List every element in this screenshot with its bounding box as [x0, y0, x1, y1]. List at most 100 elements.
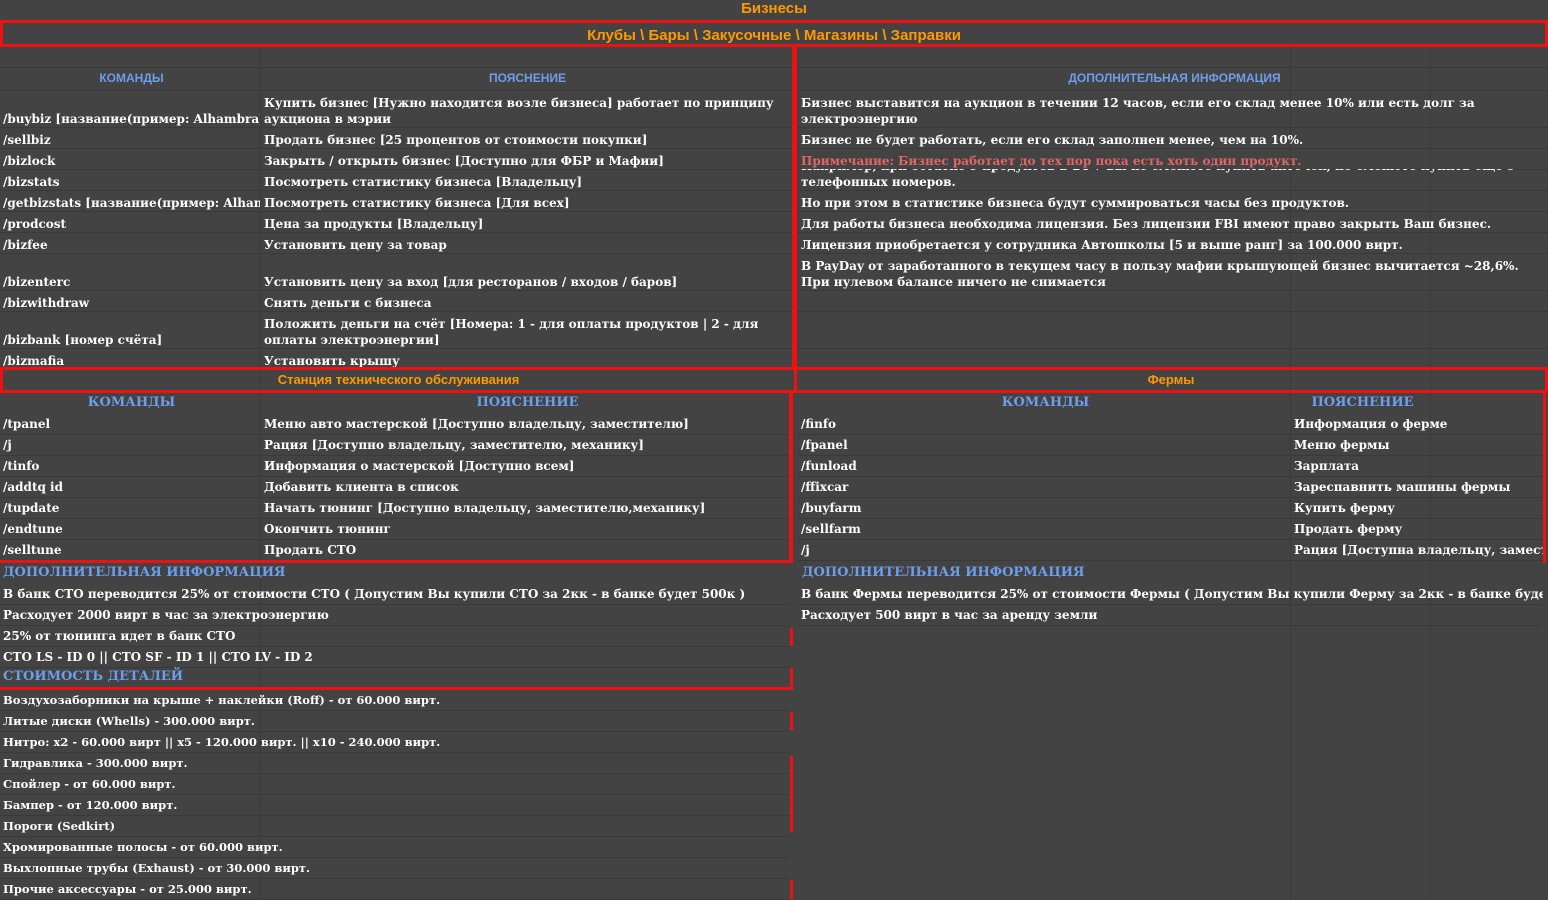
table-row: /buyfarm Купить ферму — [798, 498, 1543, 519]
biz-command-cell: /getbizstats [название(пример: Alhambra)… — [0, 190, 260, 211]
biz-desc-cell: Положить деньги на счёт [Номера: 1 - для… — [261, 311, 791, 348]
biz-command: /bizwithdraw — [3, 296, 90, 310]
list-item: Расходует 500 вирт в час за аренду земли — [798, 605, 1543, 626]
sto-command: /selltune — [3, 543, 62, 557]
farms-section-header: Фермы — [797, 367, 1548, 393]
biz-info-cell — [798, 348, 1548, 369]
biz-desc: Установить крышу — [264, 354, 400, 368]
biz-desc: Снять деньги с бизнеса — [264, 296, 432, 310]
farm-command: /funload — [801, 459, 857, 473]
table-row: /tpanel Меню авто мастерской [Доступно вл… — [0, 414, 789, 435]
sto-desc: Информация о мастерской [Доступно всем] — [264, 459, 575, 473]
sto-desc: Окончить тюнинг — [264, 522, 391, 536]
biz-desc-cell: Посмотреть статистику бизнеса [Владельцу… — [261, 169, 791, 190]
farms-col-commands: КОМАНДЫ — [1001, 395, 1090, 410]
list-item: Нитро: x2 - 60.000 вирт || x5 - 120.000 … — [0, 732, 790, 753]
biz-info-cell — [798, 311, 1548, 348]
sto-header-row: КОМАНДЫ ПОЯСНЕНИЕ — [0, 393, 793, 414]
table-row: /selltune Продать СТО — [0, 540, 789, 561]
farms-header-row: КОМАНДЫ ПОЯСНЕНИЕ — [798, 393, 1548, 414]
list-item: Выхлопные трубы (Exhaust) - от 30.000 ви… — [0, 858, 790, 879]
sto-desc: Рация [Доступно владельцу, заместителю, … — [264, 438, 644, 452]
biz-info-cell: Бизнес не будет работать, если его склад… — [798, 127, 1548, 148]
biz-desc-cell: Снять деньги с бизнеса — [261, 290, 791, 311]
biz-info-cell: Лицензия приобретается у сотрудника Авто… — [798, 232, 1548, 253]
biz-command: /bizlock — [3, 154, 56, 168]
biz-desc: Посмотреть статистику бизнеса [Для всех] — [264, 196, 570, 210]
biz-info: Но при этом в статистике бизнеса будут с… — [801, 196, 1350, 210]
biz-command-cell: /bizstats — [0, 169, 260, 190]
biz-command: /bizenterc — [3, 275, 71, 289]
farm-desc: Зареспавнить машины фермы — [1294, 480, 1511, 494]
table-row: /bizwithdraw Снять деньги с бизнеса — [0, 290, 1548, 312]
farm-command: /buyfarm — [801, 501, 862, 515]
farms-col-explanation: ПОЯСНЕНИЕ — [1311, 395, 1414, 410]
biz-desc-cell: Установить цену за вход [для ресторанов … — [261, 253, 791, 290]
biz-desc-cell: Купить бизнес [Нужно находится возле биз… — [261, 90, 791, 127]
biz-desc: Цена за продукты [Владельцу] — [264, 217, 484, 231]
biz-info: Примечание: Бизнес работает до тех пор п… — [801, 154, 1302, 168]
sto-desc: Меню авто мастерской [Доступно владельцу… — [264, 417, 689, 431]
biz-command: /bizstats — [3, 175, 60, 189]
farm-command: /fpanel — [801, 438, 848, 452]
list-item: СТО LS - ID 0 || СТО SF - ID 1 || СТО LV… — [0, 647, 790, 668]
table-row: /j Рация [Доступна владельцу, заместителю — [798, 540, 1543, 561]
biz-command-cell: /sellbiz — [0, 127, 260, 148]
list-item: 25% от тюнинга идет в банк СТО — [0, 626, 790, 647]
table-row: /ffixcar Зареспавнить машины фермы — [798, 477, 1543, 498]
biz-desc: Закрыть / открыть бизнес [Доступно для Ф… — [264, 154, 664, 168]
business-col-explanation: ПОЯСНЕНИЕ — [488, 71, 567, 85]
list-item: Расходует 2000 вирт в час за электроэнер… — [0, 605, 790, 626]
sto-desc: Продать СТО — [264, 543, 357, 557]
biz-info: Лицензия приобретается у сотрудника Авто… — [801, 238, 1403, 252]
sto-command: /endtune — [3, 522, 63, 536]
farm-command: /ffixcar — [801, 480, 849, 494]
sto-command: /tpanel — [3, 417, 51, 431]
biz-desc: Посмотреть статистику бизнеса [Владельцу… — [264, 175, 583, 189]
farm-desc: Информация о ферме — [1294, 417, 1448, 431]
table-row: /bizenterc Установить цену за вход [для р… — [0, 253, 1548, 291]
table-row: /finfo Информация о ферме — [798, 414, 1543, 435]
biz-info — [801, 348, 1548, 369]
list-item: Гидравлика - 300.000 вирт. — [0, 753, 790, 774]
biz-command-cell: /bizbank [номер счёта] — [0, 311, 260, 348]
list-item: Пороги (Sedkirt) — [0, 816, 790, 837]
sto-col-commands: КОМАНДЫ — [87, 395, 176, 410]
sto-col-explanation: ПОЯСНЕНИЕ — [476, 395, 579, 410]
farm-desc: Купить ферму — [1294, 501, 1395, 515]
table-row: /sellbiz Продать бизнес [25 процентов от … — [0, 127, 1548, 149]
farm-desc: Рация [Доступна владельцу, заместителю — [1294, 543, 1543, 557]
biz-command: /bizmafia — [3, 354, 65, 368]
biz-command: /getbizstats [название(пример: Alhambra)… — [3, 196, 260, 210]
sto-command: /tupdate — [3, 501, 60, 515]
table-row: /tupdate Начать тюнинг [Доступно владельц… — [0, 498, 789, 519]
biz-command: /bizfee — [3, 238, 48, 252]
biz-command-cell: /bizwithdraw — [0, 290, 260, 311]
business-col-commands: КОМАНДЫ — [99, 71, 164, 85]
biz-desc: Установить цену за вход [для ресторанов … — [264, 275, 678, 289]
biz-info — [801, 311, 1548, 348]
farm-command: /finfo — [801, 417, 836, 431]
biz-info-cell: Бизнес выставится на аукцион в течении 1… — [798, 90, 1548, 127]
table-row: /bizlock Закрыть / открыть бизнес [Доступ… — [0, 148, 1548, 170]
farms-title: Фермы — [1147, 372, 1195, 387]
biz-info-cell — [798, 290, 1548, 311]
biz-desc-cell: Закрыть / открыть бизнес [Доступно для Ф… — [261, 148, 791, 169]
business-header-row: КОМАНДЫ ПОЯСНЕНИЕ ДОПОЛНИТЕЛЬНАЯ ИНФОРМА… — [0, 67, 1548, 91]
biz-command-cell: /bizfee — [0, 232, 260, 253]
table-row: /prodcost Цена за продукты [Владельцу] Для… — [0, 211, 1548, 233]
farms-extra-title: ДОПОЛНИТЕЛЬНАЯ ИНФОРМАЦИЯ — [802, 565, 1085, 580]
list-item: Прочие аксессуары - от 25.000 вирт. — [0, 879, 790, 900]
biz-desc-cell: Установить крышу — [261, 348, 791, 369]
farm-command: /sellfarm — [801, 522, 861, 536]
biz-info-cell: Например, при остатке 9 продуктов в 24-7… — [798, 169, 1548, 190]
biz-command: /sellbiz — [3, 133, 51, 147]
biz-info-cell: Примечание: Бизнес работает до тех пор п… — [798, 148, 1548, 169]
table-row: /buybiz [название(пример: Alhambra)] Купи… — [0, 90, 1548, 128]
sto-desc: Добавить клиента в список — [264, 480, 459, 494]
table-row: /tinfo Информация о мастерской [Доступно … — [0, 456, 789, 477]
farm-desc: Меню фермы — [1294, 438, 1390, 452]
biz-info: Для работы бизнеса необходима лицензия. … — [801, 217, 1492, 231]
table-row: /fpanel Меню фермы — [798, 435, 1543, 456]
biz-info: Бизнес не будет работать, если его склад… — [801, 133, 1304, 147]
